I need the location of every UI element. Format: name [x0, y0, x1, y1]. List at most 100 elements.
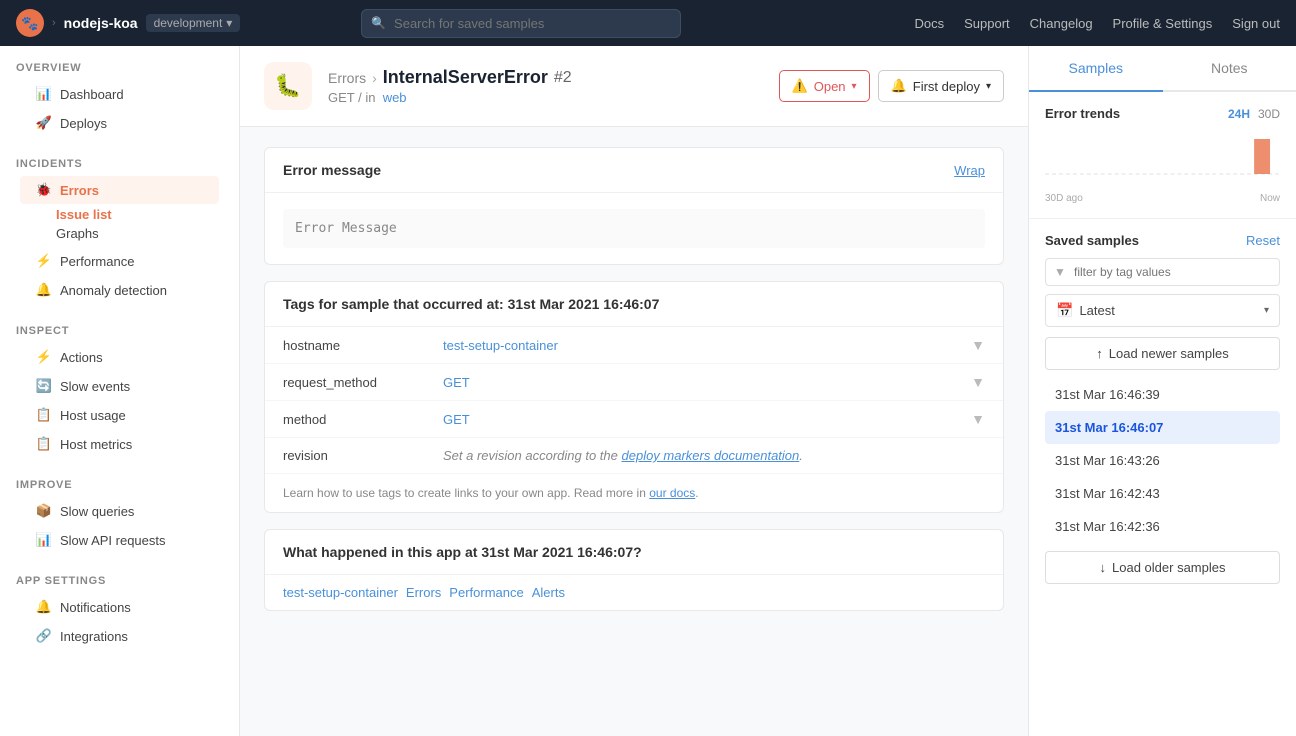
trends-section: Error trends 24H 30D 30D ago Now [1029, 92, 1296, 219]
improve-section: IMPROVE 📦 Slow queries 📊 Slow API reques… [0, 463, 239, 559]
sidebar-item-host-metrics[interactable]: 📋 Host metrics [20, 430, 219, 458]
sidebar-item-slow-events[interactable]: 🔄 Slow events [20, 372, 219, 400]
filter-input[interactable] [1045, 258, 1280, 286]
tags-card-header: Tags for sample that occurred at: 31st M… [265, 282, 1003, 327]
search-input[interactable] [361, 9, 681, 38]
sample-item-0[interactable]: 31st Mar 16:46:39 [1045, 378, 1280, 411]
errors-breadcrumb-link[interactable]: Errors [328, 70, 366, 86]
sample-item-2[interactable]: 31st Mar 16:43:26 [1045, 444, 1280, 477]
sample-item-3[interactable]: 31st Mar 16:42:43 [1045, 477, 1280, 510]
tag-key-method: method [283, 412, 443, 427]
latest-dropdown[interactable]: 📅 Latest ▾ [1045, 294, 1280, 327]
error-message-card-header: Error message Wrap [265, 148, 1003, 193]
env-badge[interactable]: development ▾ [146, 14, 241, 32]
error-message-body: Error Message [265, 193, 1003, 264]
changelog-link[interactable]: Changelog [1030, 16, 1093, 31]
sign-out-link[interactable]: Sign out [1232, 16, 1280, 31]
search-icon: 🔍 [371, 16, 386, 30]
tag-container-link[interactable]: test-setup-container [283, 585, 398, 600]
sample-item-1[interactable]: 31st Mar 16:46:07 [1045, 411, 1280, 444]
integrations-icon: 🔗 [36, 628, 52, 644]
tab-samples[interactable]: Samples [1029, 46, 1163, 92]
sidebar-sub-graphs[interactable]: Graphs [16, 224, 223, 243]
slow-events-icon: 🔄 [36, 378, 52, 394]
host-metrics-icon: 📋 [36, 436, 52, 452]
tag-row-request-method: request_method GET ▼ [265, 364, 1003, 401]
sidebar-item-anomaly[interactable]: 🔔 Anomaly detection [20, 276, 219, 304]
error-message-text: Error Message [283, 209, 985, 248]
filter-input-wrap: ▼ [1045, 258, 1280, 286]
trends-24h-link[interactable]: 24H [1228, 107, 1250, 121]
load-older-button[interactable]: ↓ Load older samples [1045, 551, 1280, 584]
dashboard-icon: 📊 [36, 86, 52, 102]
sidebar-item-notifications[interactable]: 🔔 Notifications [20, 593, 219, 621]
tag-row-method: method GET ▼ [265, 401, 1003, 438]
error-icon-box: 🐛 [264, 62, 312, 110]
support-link[interactable]: Support [964, 16, 1010, 31]
search-bar: 🔍 [361, 9, 681, 38]
slow-queries-label: Slow queries [60, 504, 134, 519]
env-chevron-icon: ▾ [226, 16, 232, 30]
load-newer-button[interactable]: ↑ Load newer samples [1045, 337, 1280, 370]
filter-icon-hostname[interactable]: ▼ [971, 337, 985, 353]
sidebar-item-integrations[interactable]: 🔗 Integrations [20, 622, 219, 650]
sidebar-sub-issue-list[interactable]: Issue list [16, 205, 223, 224]
error-message-title: Error message [283, 162, 381, 178]
tag-alerts-link[interactable]: Alerts [532, 585, 565, 600]
header-actions: ⚠️ Open ▾ 🔔 First deploy ▾ [779, 70, 1004, 102]
filter-icon-method[interactable]: ▼ [971, 411, 985, 427]
app-name[interactable]: nodejs-koa [64, 15, 138, 31]
tag-value-hostname[interactable]: test-setup-container [443, 338, 971, 353]
what-happened-card: What happened in this app at 31st Mar 20… [264, 529, 1004, 611]
improve-title: IMPROVE [16, 479, 223, 491]
sidebar-item-slow-queries[interactable]: 📦 Slow queries [20, 497, 219, 525]
saved-title: Saved samples [1045, 233, 1139, 248]
reset-button[interactable]: Reset [1246, 233, 1280, 248]
tab-notes[interactable]: Notes [1163, 46, 1296, 92]
breadcrumb-chevron: › [52, 17, 56, 29]
slow-api-label: Slow API requests [60, 533, 166, 548]
tag-value-revision: Set a revision according to the deploy m… [443, 448, 985, 463]
integrations-label: Integrations [60, 629, 128, 644]
our-docs-link[interactable]: our docs [649, 486, 695, 500]
notifications-icon: 🔔 [36, 599, 52, 615]
wrap-button[interactable]: Wrap [954, 163, 985, 178]
docs-link[interactable]: Docs [914, 16, 944, 31]
tag-value-method[interactable]: GET [443, 412, 971, 427]
tags-card: Tags for sample that occurred at: 31st M… [264, 281, 1004, 513]
saved-header: Saved samples Reset [1045, 233, 1280, 248]
saved-section: Saved samples Reset ▼ 📅 Latest ▾ ↑ Load … [1029, 219, 1296, 606]
error-message-card: Error message Wrap Error Message [264, 147, 1004, 265]
what-happened-title: What happened in this app at 31st Mar 20… [283, 544, 642, 560]
sidebar-item-deploys[interactable]: 🚀 Deploys [20, 109, 219, 137]
sidebar-item-host-usage[interactable]: 📋 Host usage [20, 401, 219, 429]
app-settings-section: APP SETTINGS 🔔 Notifications 🔗 Integrati… [0, 559, 239, 655]
sidebar-item-dashboard[interactable]: 📊 Dashboard [20, 80, 219, 108]
overview-section: OVERVIEW 📊 Dashboard 🚀 Deploys [0, 46, 239, 142]
trends-axis: 30D ago Now [1045, 193, 1280, 204]
tags-title: Tags for sample that occurred at: 31st M… [283, 296, 659, 312]
host-usage-label: Host usage [60, 408, 126, 423]
filter-icon-request-method[interactable]: ▼ [971, 374, 985, 390]
trends-header: Error trends 24H 30D [1045, 106, 1280, 121]
tag-errors-link[interactable]: Errors [406, 585, 441, 600]
slow-events-label: Slow events [60, 379, 130, 394]
error-icon: 🐛 [274, 73, 301, 99]
deploy-markers-link[interactable]: deploy markers documentation [622, 448, 800, 463]
sidebar-item-errors[interactable]: 🐞 Errors [20, 176, 219, 204]
host-usage-icon: 📋 [36, 407, 52, 423]
open-button[interactable]: ⚠️ Open ▾ [779, 70, 870, 102]
performance-label: Performance [60, 254, 134, 269]
trends-30d-link[interactable]: 30D [1258, 107, 1280, 121]
profile-settings-link[interactable]: Profile & Settings [1113, 16, 1213, 31]
sidebar-item-actions[interactable]: ⚡ Actions [20, 343, 219, 371]
sidebar-item-performance[interactable]: ⚡ Performance [20, 247, 219, 275]
sidebar-item-slow-api[interactable]: 📊 Slow API requests [20, 526, 219, 554]
first-deploy-button[interactable]: 🔔 First deploy ▾ [878, 70, 1004, 102]
tag-value-request-method[interactable]: GET [443, 375, 971, 390]
what-happened-header: What happened in this app at 31st Mar 20… [265, 530, 1003, 575]
tag-performance-link[interactable]: Performance [449, 585, 523, 600]
inspect-title: INSPECT [16, 325, 223, 337]
dashboard-label: Dashboard [60, 87, 124, 102]
sample-item-4[interactable]: 31st Mar 16:42:36 [1045, 510, 1280, 543]
